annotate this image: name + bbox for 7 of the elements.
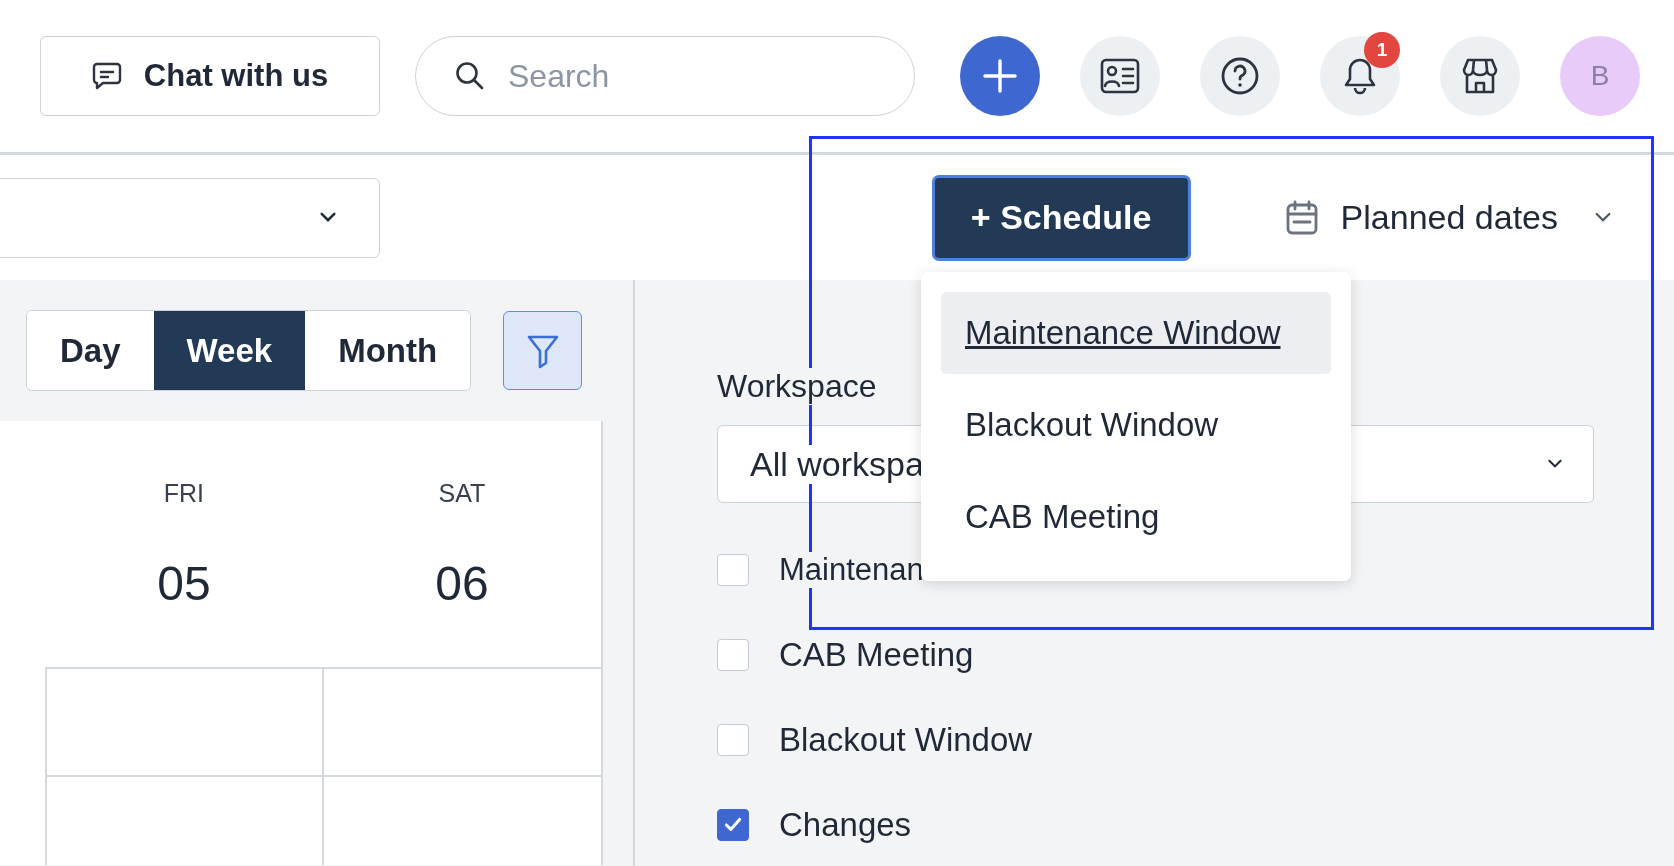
- notification-badge: 1: [1364, 32, 1400, 68]
- weekday-label: SAT: [438, 479, 486, 508]
- date-number: 05: [157, 556, 211, 611]
- field-label: Workspace: [717, 368, 877, 405]
- checkbox-label: Maintenan: [779, 551, 924, 588]
- weekday-label: FRI: [163, 479, 204, 508]
- date-number: 06: [435, 556, 489, 611]
